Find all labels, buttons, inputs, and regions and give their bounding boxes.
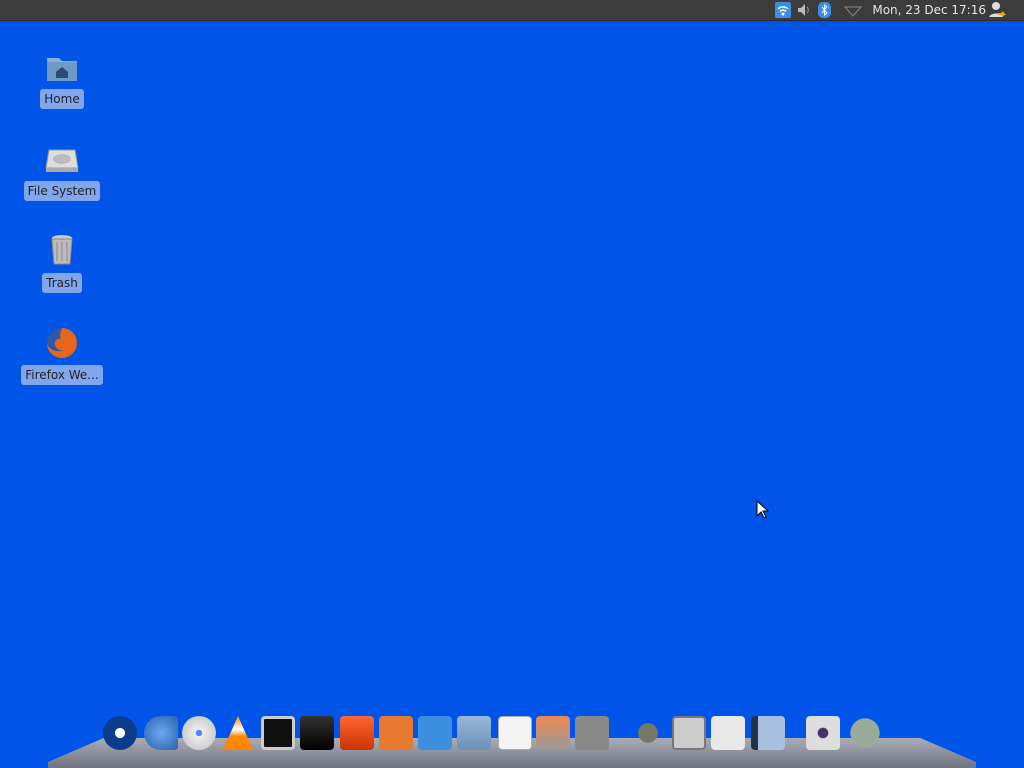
dock-display-icon[interactable] [300,716,334,750]
dock-download-manager-icon[interactable] [418,716,452,750]
trash-icon [45,234,79,268]
desktop-icon-trash[interactable]: Trash [17,234,107,293]
home-folder-icon [45,50,79,84]
icon-label: File System [23,181,101,201]
dock-camera-icon[interactable] [806,716,840,750]
desktop-icon-file-system[interactable]: File System [17,142,107,201]
dock-vlc-icon[interactable] [221,716,255,750]
top-panel: Mon, 23 Dec 17:16 [0,0,1024,21]
dock-search-icon[interactable] [575,716,609,750]
dock-text-editor-icon[interactable] [498,716,532,750]
dock-euro-finance-icon[interactable] [144,716,178,750]
dock-calculator-icon[interactable] [672,716,706,750]
user-icon[interactable] [988,1,1006,17]
volume-icon[interactable] [796,2,810,18]
clock[interactable]: Mon, 23 Dec 17:16 [872,3,986,17]
dock-xfce-menu-icon[interactable] [103,716,137,750]
network-icon[interactable] [844,2,862,18]
hard-drive-icon [45,142,79,176]
dock-cd-burner-icon[interactable] [182,716,216,750]
dock-terminal-icon[interactable] [261,716,295,750]
dock-notebook-editor-icon[interactable] [751,716,785,750]
dock-disk-utility-icon[interactable] [536,716,570,750]
bluetooth-icon[interactable] [818,2,831,18]
desktop-icon-firefox[interactable]: Firefox We... [17,326,107,385]
dock-gimp-icon[interactable] [631,716,665,750]
mouse-cursor-icon [756,500,770,519]
icon-label: Home [40,89,84,109]
icon-label: Trash [42,273,82,293]
wifi-icon[interactable] [775,2,791,18]
dock-system-monitor-icon[interactable] [848,716,882,750]
dock-file-manager-icon[interactable] [457,716,491,750]
desktop-icon-home[interactable]: Home [17,50,107,109]
firefox-icon [45,326,79,360]
dock-settings-icon[interactable] [711,716,745,750]
dock-software-updater-icon[interactable] [379,716,413,750]
icon-label: Firefox We... [21,365,103,385]
dock-software-center-icon[interactable] [340,716,374,750]
